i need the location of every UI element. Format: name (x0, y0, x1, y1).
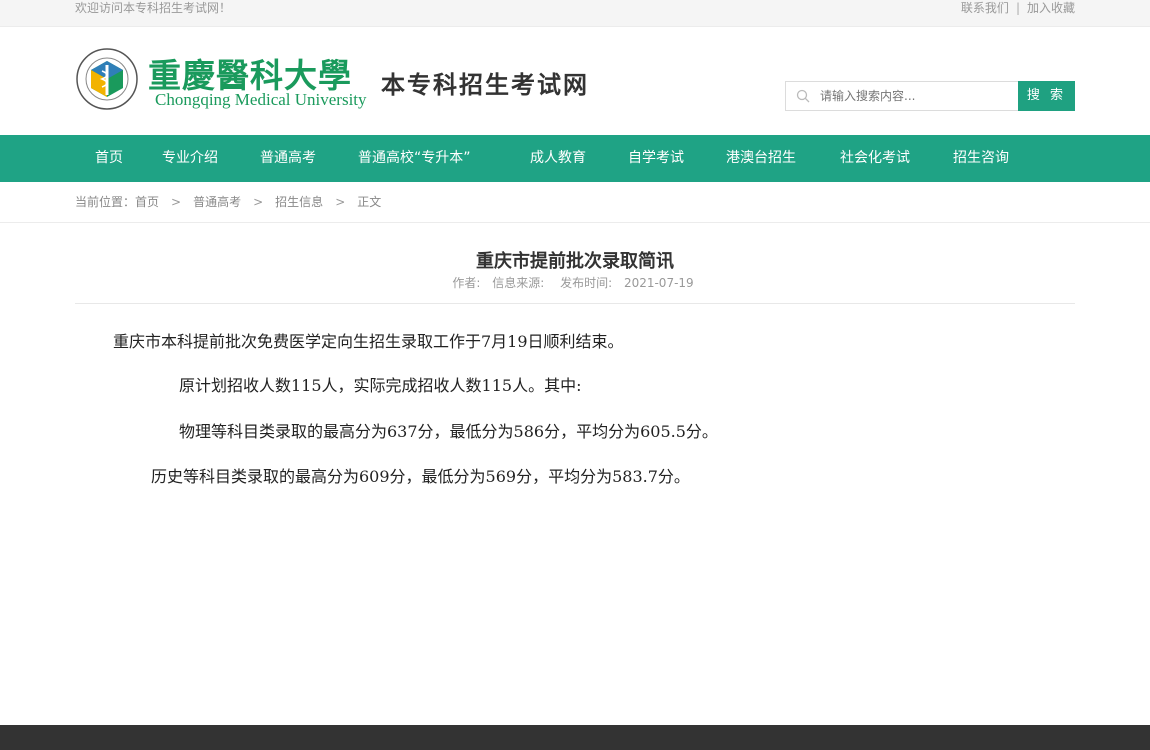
nav-item-consulting[interactable]: 招生咨询 (953, 135, 1009, 182)
top-bar: 欢迎访问本专科招生考试网！ 联系我们 | 加入收藏 (0, 0, 1150, 27)
main-nav: 首页 专业介绍 普通高考 普通高校“专升本” 成人教育 自学考试 港澳台招生 社… (0, 135, 1150, 182)
search-button[interactable]: 搜 索 (1018, 81, 1075, 111)
university-name-en: Chongqing Medical University (155, 90, 367, 109)
breadcrumb-arrow: > (171, 195, 182, 209)
article-title: 重庆市提前批次录取简讯 (476, 251, 674, 272)
breadcrumb-item-current: 正文 (357, 195, 382, 209)
search-icon (796, 89, 810, 103)
article-date-label: 发布时间: (560, 276, 613, 290)
breadcrumb-item-gaokao[interactable]: 普通高考 (193, 195, 241, 209)
welcome-text: 欢迎访问本专科招生考试网！ (75, 1, 232, 15)
search-input[interactable] (820, 86, 1010, 106)
add-favorite-link[interactable]: 加入收藏 (1027, 1, 1075, 15)
university-emblem-icon (76, 48, 138, 110)
nav-item-adult-education[interactable]: 成人教育 (530, 135, 586, 182)
article-paragraph: 物理等科目类录取的最高分为637分，最低分为586分，平均分为605.5分。 (179, 422, 718, 441)
article-meta: 作者: 信息来源: 发布时间: 2021-07-19 (0, 274, 1150, 294)
article-paragraph: 历史等科目类录取的最高分为609分，最低分为569分，平均分为583.7分。 (151, 467, 690, 486)
article-paragraph: 重庆市本科提前批次免费医学定向生招生录取工作于7月19日顺利结束。 (113, 332, 624, 351)
article-date-value: 2021-07-19 (623, 276, 694, 290)
top-links-separator: | (1015, 1, 1020, 15)
article-author-label: 作者: (452, 276, 481, 290)
nav-item-upgrade[interactable]: 普通高校“专升本” (358, 135, 471, 182)
breadcrumb-arrow: > (253, 195, 264, 209)
site-logo[interactable]: 重慶醫科大學 Chongqing Medical University 本专科招… (75, 43, 605, 113)
nav-item-self-study-exam[interactable]: 自学考试 (628, 135, 684, 182)
breadcrumb-item-home[interactable]: 首页 (135, 195, 159, 209)
breadcrumb-prefix: 当前位置： (75, 195, 136, 209)
header: 重慶醫科大學 Chongqing Medical University 本专科招… (75, 27, 1075, 135)
site-title: 本专科招生考试网 (381, 70, 589, 99)
article-paragraph: 原计划招收人数115人，实际完成招收人数115人。其中: (179, 376, 582, 395)
search-bar: 搜 索 (785, 81, 1075, 111)
article-source-label: 信息来源: (492, 276, 545, 290)
nav-item-gaokao[interactable]: 普通高考 (260, 135, 316, 182)
nav-item-majors[interactable]: 专业介绍 (162, 135, 218, 182)
breadcrumb-arrow: > (335, 195, 346, 209)
article-date: 发布时间: 2021-07-19 (556, 276, 698, 290)
nav-item-home[interactable]: 首页 (95, 135, 123, 182)
top-links: 联系我们 | 加入收藏 (961, 0, 1075, 16)
breadcrumb-item-admission-info[interactable]: 招生信息 (275, 195, 323, 209)
contact-us-link[interactable]: 联系我们 (961, 1, 1009, 15)
nav-item-social-exams[interactable]: 社会化考试 (840, 135, 910, 182)
article-content: 重庆市本科提前批次免费医学定向生招生录取工作于7月19日顺利结束。 原计划招收人… (75, 304, 1075, 664)
footer (0, 725, 1150, 750)
nav-item-hmt-admission[interactable]: 港澳台招生 (726, 135, 796, 182)
breadcrumb: 当前位置：首页 > 普通高考 > 招生信息 > 正文 (0, 182, 1150, 223)
search-box[interactable] (785, 81, 1019, 111)
